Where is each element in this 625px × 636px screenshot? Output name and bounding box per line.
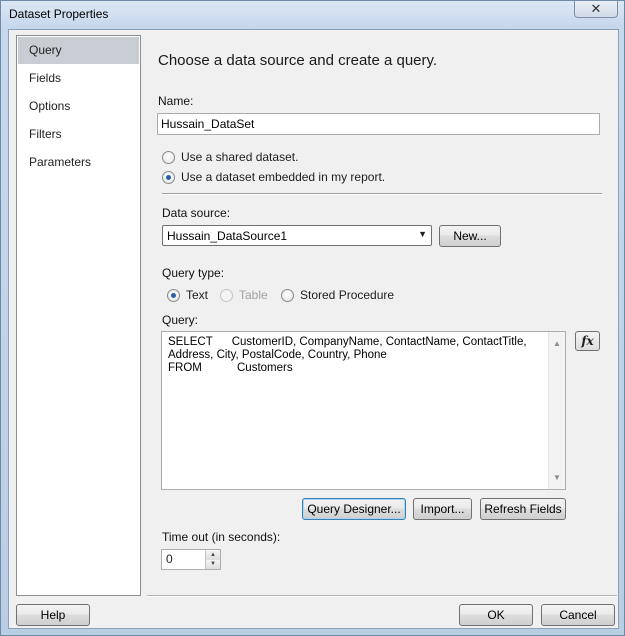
- query-scrollbar[interactable]: ▲ ▼: [548, 332, 565, 489]
- name-input[interactable]: Hussain_DataSet: [157, 113, 600, 135]
- window-title: Dataset Properties: [9, 7, 109, 21]
- timeout-stepper[interactable]: 0 ▲ ▼: [161, 549, 221, 570]
- query-line: SELECT CustomerID, CompanyName, ContactN…: [168, 336, 527, 348]
- query-type-text-radio[interactable]: [167, 288, 180, 302]
- new-data-source-button[interactable]: New...: [439, 225, 501, 247]
- query-line: FROM Customers: [168, 362, 293, 374]
- query-type-label: Query type:: [162, 266, 225, 280]
- sidebar-item-parameters[interactable]: Parameters: [18, 149, 139, 176]
- close-button[interactable]: ✕: [574, 1, 618, 18]
- dialog-client-area: Query Fields Options Filters Parameters …: [8, 29, 619, 629]
- query-label: Query:: [162, 313, 199, 327]
- query-type-text-option[interactable]: Text: [167, 288, 208, 302]
- sidebar-item-query[interactable]: Query: [18, 37, 139, 64]
- chevron-down-icon: ▼: [418, 229, 427, 239]
- query-type-table-radio: [220, 288, 233, 302]
- data-source-select[interactable]: Hussain_DataSource1 ▼: [162, 225, 432, 246]
- section-divider: [162, 193, 602, 195]
- query-text-area[interactable]: SELECT CustomerID, CompanyName, ContactN…: [161, 331, 566, 490]
- import-button[interactable]: Import...: [413, 498, 472, 520]
- help-button[interactable]: Help: [16, 604, 90, 626]
- footer-divider: [147, 595, 617, 597]
- timeout-label: Time out (in seconds):: [162, 530, 281, 544]
- query-page: Choose a data source and create a query.…: [157, 30, 617, 590]
- sidebar-nav: Query Fields Options Filters Parameters: [16, 35, 141, 596]
- query-type-table-label: Table: [239, 288, 268, 302]
- data-source-value: Hussain_DataSource1: [167, 229, 288, 243]
- scroll-down-icon[interactable]: ▼: [553, 471, 561, 484]
- query-designer-button[interactable]: Query Designer...: [302, 498, 406, 520]
- embedded-dataset-label: Use a dataset embedded in my report.: [181, 170, 386, 184]
- spin-up-icon[interactable]: ▲: [206, 550, 220, 560]
- sidebar-item-options[interactable]: Options: [18, 93, 139, 120]
- sidebar-item-filters[interactable]: Filters: [18, 121, 139, 148]
- sidebar-item-fields[interactable]: Fields: [18, 65, 139, 92]
- query-type-stored-procedure-radio[interactable]: [281, 288, 294, 302]
- query-type-text-label: Text: [186, 288, 209, 302]
- timeout-spin-buttons: ▲ ▼: [205, 550, 220, 569]
- spin-down-icon[interactable]: ▼: [206, 559, 220, 569]
- name-label: Name:: [158, 94, 194, 108]
- shared-dataset-radio[interactable]: [162, 150, 175, 164]
- cancel-button[interactable]: Cancel: [541, 604, 615, 626]
- scroll-up-icon[interactable]: ▲: [553, 337, 561, 350]
- function-icon: fx: [581, 334, 594, 348]
- shared-dataset-option[interactable]: Use a shared dataset.: [162, 150, 298, 164]
- expression-button[interactable]: fx: [575, 331, 600, 351]
- data-source-label: Data source:: [162, 206, 231, 220]
- query-type-table-option: Table: [220, 288, 268, 302]
- embedded-dataset-radio[interactable]: [162, 170, 175, 184]
- query-line: Address, City, PostalCode, Country, Phon…: [168, 349, 387, 361]
- timeout-value: 0: [166, 552, 173, 566]
- dataset-properties-window: Dataset Properties ✕ Query Fields Option…: [0, 0, 625, 636]
- embedded-dataset-option[interactable]: Use a dataset embedded in my report.: [162, 170, 385, 184]
- close-icon: ✕: [590, 1, 602, 17]
- ok-button[interactable]: OK: [459, 604, 533, 626]
- title-bar: Dataset Properties ✕: [1, 1, 624, 29]
- query-type-stored-procedure-label: Stored Procedure: [300, 288, 395, 302]
- page-heading: Choose a data source and create a query.: [158, 52, 438, 69]
- refresh-fields-button[interactable]: Refresh Fields: [480, 498, 566, 520]
- shared-dataset-label: Use a shared dataset.: [181, 150, 299, 164]
- query-type-stored-procedure-option[interactable]: Stored Procedure: [281, 288, 394, 302]
